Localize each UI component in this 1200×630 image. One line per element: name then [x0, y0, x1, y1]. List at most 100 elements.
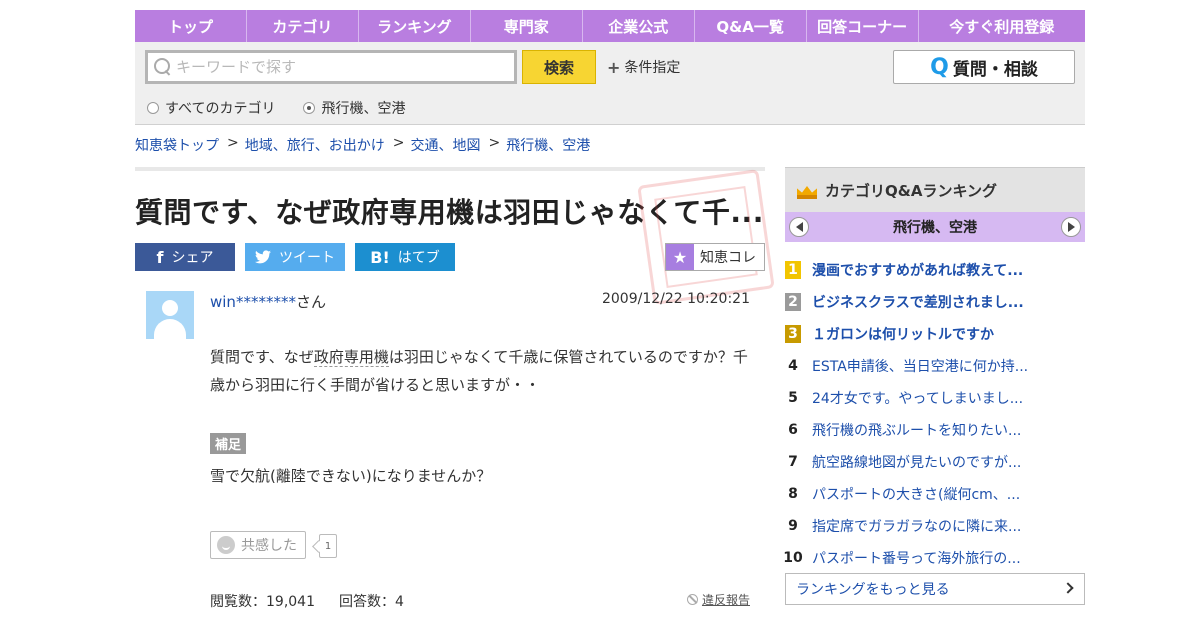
- breadcrumb-item[interactable]: 知恵袋トップ: [135, 135, 219, 155]
- ranking-item[interactable]: 7 航空路線地図が見たいのですが...: [785, 446, 1085, 478]
- empathy-count: 1: [319, 534, 337, 558]
- ranking-item[interactable]: 4 ESTA申請後、当日空港に何か持...: [785, 350, 1085, 382]
- empathy-label: 共感した: [241, 538, 297, 554]
- ranking-link[interactable]: パスポート番号って海外旅行の...: [812, 548, 1021, 568]
- ranking-item[interactable]: 9 指定席でガラガラなのに隣に来...: [785, 510, 1085, 542]
- question-date: 2009/12/22 10:20:21: [601, 291, 750, 307]
- ranking-link[interactable]: 飛行機の飛ぶルートを知りたい...: [812, 420, 1021, 440]
- ranking-item[interactable]: 1 漫画でおすすめがあれば教えて...: [785, 254, 1085, 286]
- breadcrumb-item[interactable]: 地域、旅行、お出かけ: [245, 135, 385, 155]
- empathy-button[interactable]: 共感した: [210, 531, 306, 559]
- twitter-bird-icon: [255, 250, 271, 264]
- rank-number: 3: [785, 325, 801, 343]
- radio-current-category[interactable]: 飛行機、空港: [303, 98, 405, 118]
- breadcrumb-sep: >: [488, 135, 501, 151]
- nav-category[interactable]: カテゴリ: [247, 10, 359, 42]
- search-icon: [154, 58, 172, 76]
- more-ranking-button[interactable]: ランキングをもっと見る: [785, 573, 1085, 605]
- radio-all-categories[interactable]: すべてのカテゴリ: [147, 98, 275, 118]
- answer-count: 回答数：4: [339, 594, 404, 610]
- hatena-label: はてブ: [397, 250, 440, 266]
- ranking-list: 1 漫画でおすすめがあれば教えて... 2 ビジネスクラスで差別されまし... 3１…: [783, 254, 1085, 574]
- breadcrumb: 知恵袋トップ > 地域、旅行、お出かけ > 交通、地図 > 飛行機、空港: [135, 135, 590, 155]
- chiekore-label: 知恵コレ: [700, 250, 756, 266]
- user-link[interactable]: win********: [210, 293, 296, 311]
- ranking-item[interactable]: 10 パスポート番号って海外旅行の...: [783, 542, 1085, 574]
- search-box[interactable]: [145, 50, 517, 84]
- nav-top[interactable]: トップ: [135, 10, 247, 42]
- radio-category-label: 飛行機、空港: [321, 101, 406, 117]
- prev-category-button[interactable]: [789, 217, 809, 237]
- arrow-right-icon: [1067, 222, 1075, 232]
- hatena-icon: B!: [370, 247, 390, 267]
- ranking-title: カテゴリQ&Aランキング: [825, 181, 997, 200]
- chiekore-button[interactable]: ★ 知恵コレ: [665, 243, 765, 271]
- breadcrumb-item[interactable]: 飛行機、空港: [506, 135, 590, 155]
- ranking-item[interactable]: 8 パスポートの大きさ(縦何cm、...: [785, 478, 1085, 510]
- ranking-category: 飛行機、空港: [893, 220, 977, 236]
- arrow-left-icon: [795, 222, 803, 232]
- ranking-header: カテゴリQ&Aランキング: [785, 167, 1085, 212]
- rank-number: 1: [785, 261, 801, 279]
- radio-dot-selected-icon: [303, 102, 316, 114]
- nav-ranking[interactable]: ランキング: [359, 10, 471, 42]
- view-count: 閲覧数：19,041: [210, 594, 315, 610]
- ranking-link[interactable]: 航空路線地図が見たいのですが...: [812, 452, 1021, 472]
- scope-radio-group: すべてのカテゴリ 飛行機、空港: [147, 98, 405, 118]
- tweet-label: ツイート: [279, 250, 335, 266]
- nav-answer-corner[interactable]: 回答コーナー: [807, 10, 919, 42]
- rank-number: 7: [788, 454, 798, 470]
- nav-register[interactable]: 今すぐ利用登録: [919, 10, 1085, 42]
- ranking-link[interactable]: 24才女です。やってしまいまし...: [812, 388, 1023, 408]
- question-block: win********さん 2009/12/22 10:20:21 質問です、な…: [135, 291, 765, 611]
- facebook-share-button[interactable]: f シェア: [135, 243, 235, 271]
- ranking-link[interactable]: １ガロンは何リットルですか: [812, 324, 994, 344]
- nav-expert[interactable]: 専門家: [471, 10, 583, 42]
- breadcrumb-sep: >: [392, 135, 405, 151]
- ranking-item[interactable]: 3 １ガロンは何リットルですか: [785, 318, 1085, 350]
- search-input[interactable]: [176, 58, 506, 76]
- ranking-link[interactable]: 漫画でおすすめがあれば教えて...: [812, 260, 1023, 280]
- radio-dot-icon: [147, 102, 159, 114]
- ranking-link[interactable]: ビジネスクラスで差別されまし...: [812, 292, 1024, 312]
- rank-number: 6: [788, 422, 798, 438]
- next-category-button[interactable]: [1061, 217, 1081, 237]
- ranking-link[interactable]: パスポートの大きさ(縦何cm、...: [812, 484, 1020, 504]
- hatena-bookmark-button[interactable]: B! はてブ: [355, 243, 455, 271]
- nav-official[interactable]: 企業公式: [583, 10, 695, 42]
- rank-number: 10: [783, 550, 803, 566]
- breadcrumb-sep: >: [227, 135, 239, 151]
- ranking-link[interactable]: ESTA申請後、当日空港に何か持...: [812, 356, 1028, 376]
- facebook-icon: f: [156, 247, 164, 267]
- ranking-item[interactable]: 2 ビジネスクラスで差別されまし...: [785, 286, 1085, 318]
- crown-icon: [795, 180, 819, 200]
- search-area: 検索 + 条件指定 Q 質問・相談 すべてのカテゴリ 飛行機、空港: [135, 42, 1085, 125]
- ranking-category-bar: 飛行機、空港: [785, 212, 1085, 242]
- condition-link[interactable]: + 条件指定: [607, 57, 680, 77]
- ask-question-label: 質問・相談: [952, 59, 1038, 80]
- report-link[interactable]: 違反報告: [686, 591, 750, 608]
- tweet-button[interactable]: ツイート: [245, 243, 345, 271]
- question-user: win********さん: [210, 291, 326, 312]
- question-main: 質問です、なぜ政府専用機は羽田じゃなくて千... f シェア ツイート B! は…: [135, 167, 775, 611]
- plus-icon: +: [607, 57, 621, 77]
- share-row: f シェア ツイート B! はてブ ★ 知恵コレ: [135, 243, 765, 271]
- ranking-link[interactable]: 指定席でガラガラなのに隣に来...: [812, 516, 1021, 536]
- stamp-icon: [637, 169, 775, 305]
- question-stats: 閲覧数：19,041 回答数：4: [210, 591, 404, 611]
- search-button[interactable]: 検索: [522, 50, 596, 84]
- keyword-link[interactable]: 政府専用機: [313, 348, 389, 367]
- user-suffix: さん: [295, 293, 326, 311]
- body-text: 質問です、なぜ: [210, 348, 314, 366]
- rank-number: 2: [785, 293, 801, 311]
- facebook-share-label: シェア: [171, 250, 214, 266]
- ranking-item[interactable]: 5 24才女です。やってしまいまし...: [785, 382, 1085, 414]
- avatar: [146, 291, 194, 339]
- question-body: 質問です、なぜ政府専用機は羽田じゃなくて千歳に保管されているのですか？千歳から羽…: [210, 343, 750, 399]
- ranking-item[interactable]: 6 飛行機の飛ぶルートを知りたい...: [785, 414, 1085, 446]
- divider: [135, 167, 765, 171]
- breadcrumb-item[interactable]: 交通、地図: [410, 135, 480, 155]
- global-nav: トップ カテゴリ ランキング 専門家 企業公式 Q&A一覧 回答コーナー 今すぐ…: [135, 10, 1085, 42]
- ask-question-button[interactable]: Q 質問・相談: [893, 50, 1075, 84]
- nav-qa-list[interactable]: Q&A一覧: [695, 10, 807, 42]
